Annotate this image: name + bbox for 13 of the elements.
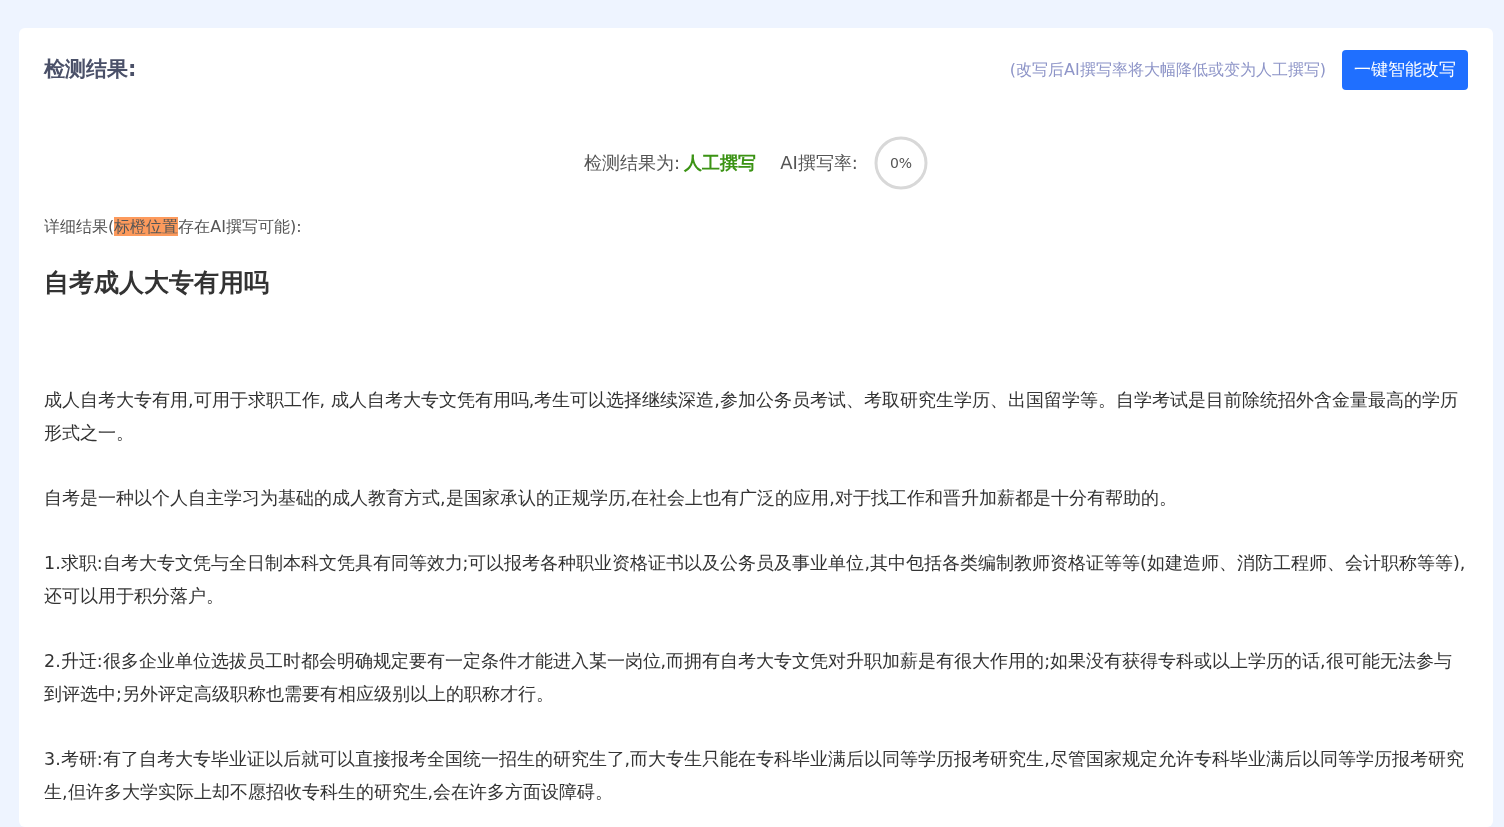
article-title: 自考成人大专有用吗 xyxy=(44,267,270,298)
article-paragraph: 2.升迁:很多企业单位选拔员工时都会明确规定要有一定条件才能进入某一岗位,而拥有自考大专文凭对升职加薪是有很大作用的;如果没有获得专科或以上学历的话,很可能无法参与到评选中;另外评定高级职称也需要有相应级别以上的职称才行。 xyxy=(44,649,1453,706)
result-value: 人工撰写 xyxy=(684,151,757,175)
article-paragraph: 自考是一种以个人自主学习为基础的成人教育方式,是国家承认的正规学历,在社会上也有广泛的应用,对于找工作和晋升加薪都是十分有帮助的。 xyxy=(44,486,1178,510)
section-title: 检测结果: xyxy=(44,56,137,83)
rewrite-hint: (改写后AI撰写率将大幅降低或变为人工撰写) xyxy=(1009,58,1326,81)
ai-rate-ring: 0% xyxy=(873,135,928,190)
article-paragraph: 1.求职:自考大专文凭与全日制本科文凭具有同等效力;可以报考各种职业资格证书以及公务员及事业单位,其中包括各类编制教师资格证等等(如建造师、消防工程师、会计职称等等),还可以用于积分落户。 xyxy=(44,551,1467,608)
ai-rate-label: AI撰写率: xyxy=(780,151,858,175)
result-label: 检测结果为: xyxy=(584,151,681,175)
article-paragraph: 成人自考大专有用,可用于求职工作, 成人自考大专文凭有用吗,考生可以选择继续深造,参加公务员考试、考取研究生学历、出国留学等。自学考试是目前除统招外含金量最高的学历形式之一。 xyxy=(44,388,1459,445)
article-paragraph: 3.考研:有了自考大专毕业证以后就可以直接报考全国统一招生的研究生了,而大专生只能在专科毕业满后以同等学历报考研究生,尽管国家规定允许专科毕业满后以同等学历报考研究生,但许多大学实际上却不愿招收专科生的研究生,会在许多方面设障碍。 xyxy=(44,747,1465,804)
smart-rewrite-button[interactable]: 一键智能改写 xyxy=(1342,50,1468,90)
